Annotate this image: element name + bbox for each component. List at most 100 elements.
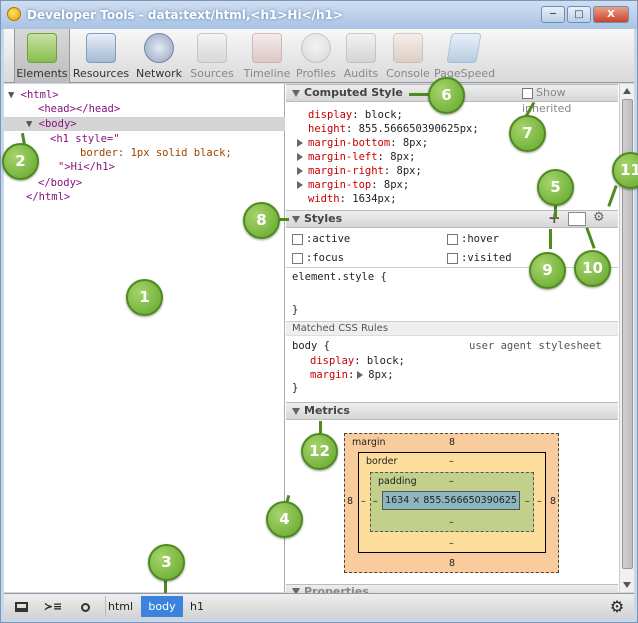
state-checkbox[interactable] bbox=[447, 252, 458, 264]
margin-right-value[interactable]: 8 bbox=[550, 496, 556, 507]
dom-node-body[interactable]: ▼ <body> bbox=[4, 117, 285, 131]
padding-top-value[interactable]: – bbox=[449, 476, 454, 487]
toggle-element-state-icon[interactable] bbox=[568, 212, 586, 226]
maximize-button[interactable]: □ bbox=[567, 6, 591, 23]
search-icon[interactable] bbox=[74, 596, 96, 617]
border-right-value[interactable]: – bbox=[537, 496, 542, 507]
settings-gear-icon[interactable]: ⚙ bbox=[606, 596, 628, 617]
tab-audits[interactable]: Audits bbox=[341, 29, 381, 83]
prop-value: 8px; bbox=[383, 179, 410, 191]
tag-text: <head></head> bbox=[38, 103, 121, 115]
padding-right-value[interactable]: – bbox=[525, 496, 530, 507]
computed-prop[interactable]: margin-bottom: 8px; bbox=[286, 136, 618, 150]
prop-value: 8px; bbox=[396, 165, 422, 177]
dom-node-html[interactable]: ▼ <html> bbox=[4, 88, 285, 102]
tab-profiles[interactable]: Profiles bbox=[293, 29, 339, 83]
state-checkbox[interactable] bbox=[292, 233, 303, 245]
matched-rules-header: Matched CSS Rules bbox=[286, 321, 618, 336]
console-toggle-icon[interactable]: ≻≡ bbox=[42, 596, 64, 617]
callout-10: 10 bbox=[574, 250, 611, 287]
title-bar: Developer Tools - data:text/html,<h1>Hi<… bbox=[1, 1, 637, 29]
callout-5: 5 bbox=[537, 169, 574, 206]
expand-arrow-icon[interactable] bbox=[297, 139, 303, 147]
element-style-close: } bbox=[292, 304, 299, 316]
dom-node-h1[interactable]: <h1 style=" bbox=[4, 132, 285, 146]
element-style-rule[interactable]: element.style { bbox=[292, 271, 387, 283]
callout-1: 1 bbox=[126, 279, 163, 316]
scroll-up-icon[interactable] bbox=[623, 88, 631, 94]
elements-icon bbox=[27, 33, 57, 63]
state-active[interactable]: :active bbox=[292, 233, 350, 245]
border-top-value[interactable]: – bbox=[449, 456, 454, 467]
section-title: Styles bbox=[304, 212, 343, 225]
prop-value: 8px; bbox=[368, 369, 394, 381]
styles-header[interactable]: Styles + ⚙ bbox=[286, 210, 618, 228]
margin-left-value[interactable]: 8 bbox=[347, 496, 353, 507]
metrics-header[interactable]: Metrics bbox=[286, 402, 618, 420]
padding-label: padding bbox=[378, 476, 417, 487]
callout-7: 7 bbox=[509, 115, 546, 152]
state-hover[interactable]: :hover bbox=[447, 233, 499, 245]
border-left-value[interactable]: – bbox=[361, 496, 366, 507]
tag-text: <h1 style=" bbox=[50, 133, 120, 145]
breadcrumb-body[interactable]: body bbox=[141, 596, 183, 617]
tab-label: Network bbox=[136, 67, 182, 80]
window-title: Developer Tools - data:text/html,<h1>Hi<… bbox=[27, 8, 343, 22]
prop-value: block; bbox=[366, 355, 405, 367]
rule-selector[interactable]: body { bbox=[292, 340, 330, 352]
state-checkbox[interactable] bbox=[447, 233, 458, 245]
minimize-button[interactable]: ─ bbox=[541, 6, 565, 23]
dock-toggle-icon[interactable] bbox=[10, 596, 32, 617]
show-inherited-checkbox[interactable] bbox=[522, 87, 533, 99]
section-title: Computed Style bbox=[304, 86, 403, 99]
tab-timeline[interactable]: Timeline bbox=[241, 29, 293, 83]
padding-left-value[interactable]: – bbox=[373, 496, 378, 507]
state-visited[interactable]: :visited bbox=[447, 252, 512, 264]
callout-6: 6 bbox=[428, 77, 465, 114]
main-area: ▼ <html> <head></head> ▼ <body> <h1 styl… bbox=[4, 84, 634, 598]
margin-label: margin bbox=[352, 437, 386, 448]
breadcrumb-h1[interactable]: h1 bbox=[187, 596, 207, 617]
border-bottom-value[interactable]: – bbox=[449, 538, 454, 549]
tab-console[interactable]: Console bbox=[385, 29, 431, 83]
prop-name: display bbox=[308, 109, 353, 121]
tab-resources[interactable]: Resources bbox=[70, 29, 132, 83]
computed-prop[interactable]: margin-left: 8px; bbox=[286, 150, 618, 164]
expand-arrow-icon[interactable] bbox=[297, 153, 303, 161]
expand-arrow-icon[interactable] bbox=[297, 167, 303, 175]
callout-2: 2 bbox=[2, 143, 39, 180]
devtools-window: Developer Tools - data:text/html,<h1>Hi<… bbox=[0, 0, 638, 623]
state-focus[interactable]: :focus bbox=[292, 252, 344, 264]
scroll-down-icon[interactable] bbox=[623, 582, 631, 588]
prop-name: display bbox=[310, 355, 355, 367]
prop-value: 855.566650390625px; bbox=[358, 123, 479, 135]
state-checkbox[interactable] bbox=[292, 252, 303, 264]
rule-prop[interactable]: display: block; bbox=[286, 354, 618, 368]
callout-4: 4 bbox=[266, 501, 303, 538]
tab-pagespeed[interactable]: PageSpeed bbox=[434, 29, 495, 83]
computed-prop: height: 855.566650390625px; bbox=[308, 123, 479, 135]
close-button[interactable]: X bbox=[593, 6, 629, 23]
tab-sources[interactable]: Sources bbox=[187, 29, 237, 83]
settings-gear-icon[interactable]: ⚙ bbox=[593, 210, 605, 226]
profiles-icon bbox=[301, 33, 331, 63]
rule-prop[interactable]: margin: 8px; bbox=[286, 368, 618, 382]
content-box[interactable]: 1634 × 855.566650390625 bbox=[382, 491, 520, 510]
tab-elements[interactable]: Elements bbox=[14, 29, 70, 83]
callout-12: 12 bbox=[301, 433, 338, 470]
tab-label: Sources bbox=[190, 67, 234, 80]
padding-bottom-value[interactable]: – bbox=[449, 517, 454, 528]
prop-name: margin-right bbox=[308, 165, 384, 177]
tab-label: Elements bbox=[16, 67, 68, 80]
breadcrumb-html[interactable]: html bbox=[105, 596, 135, 617]
margin-top-value[interactable]: 8 bbox=[449, 437, 455, 448]
status-bar: ≻≡ html body h1 ⚙ bbox=[4, 593, 634, 619]
expand-arrow-icon[interactable] bbox=[297, 181, 303, 189]
expand-arrow-icon[interactable] bbox=[357, 371, 364, 379]
divider bbox=[286, 267, 618, 268]
prop-value: 8px; bbox=[402, 137, 429, 149]
margin-bottom-value[interactable]: 8 bbox=[449, 558, 455, 569]
rule-close: } bbox=[292, 382, 299, 394]
dom-node-head[interactable]: <head></head> bbox=[4, 102, 285, 116]
tab-network[interactable]: Network bbox=[134, 29, 184, 83]
